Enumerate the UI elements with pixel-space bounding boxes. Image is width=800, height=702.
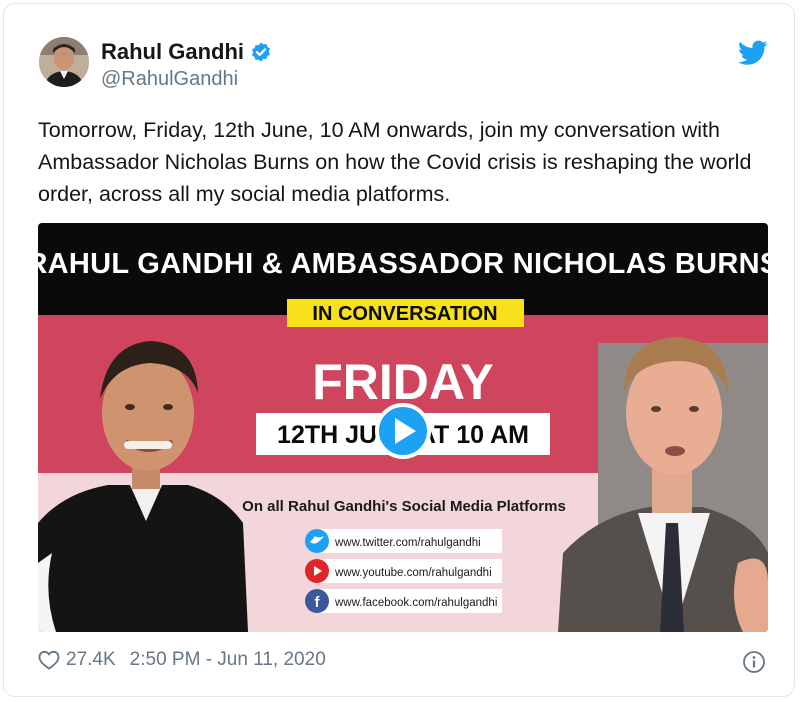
heart-icon[interactable] [38, 650, 60, 670]
poster-link-facebook: f www.facebook.com/rahulgandhi [305, 589, 502, 613]
promo-poster: RAHUL GANDHI & AMBASSADOR NICHOLAS BURNS… [38, 223, 768, 632]
twitter-logo-icon[interactable] [738, 40, 768, 66]
avatar[interactable] [39, 37, 89, 87]
info-icon[interactable] [742, 650, 766, 674]
tweet-footer: 27.4K 2:50 PM - Jun 11, 2020 [38, 649, 326, 671]
like-count[interactable]: 27.4K [66, 649, 116, 671]
tweet-timestamp[interactable]: 2:50 PM - Jun 11, 2020 [130, 649, 326, 671]
poster-link-text: www.youtube.com/rahulgandhi [334, 567, 492, 579]
avatar-image [39, 37, 89, 87]
poster-platforms-caption: On all Rahul Gandhi's Social Media Platf… [242, 498, 566, 515]
tweet-card: Rahul Gandhi @RahulGandhi Tomorrow, Frid… [3, 3, 795, 697]
poster-link-twitter: www.twitter.com/rahulgandhi [305, 529, 502, 553]
poster-link-text: www.twitter.com/rahulgandhi [334, 537, 481, 549]
tweet-media[interactable]: RAHUL GANDHI & AMBASSADOR NICHOLAS BURNS… [38, 223, 768, 632]
verified-badge-icon [251, 42, 271, 62]
poster-badge: IN CONVERSATION [312, 303, 497, 325]
author-name[interactable]: Rahul Gandhi [101, 39, 244, 65]
poster-day: FRIDAY [312, 354, 494, 410]
author-handle[interactable]: @RahulGandhi [101, 68, 238, 91]
author-name-row[interactable]: Rahul Gandhi [101, 39, 272, 65]
poster-link-text: www.facebook.com/rahulgandhi [334, 597, 497, 609]
tweet-text: Tomorrow, Friday, 12th June, 10 AM onwar… [38, 118, 752, 206]
poster-headline: RAHUL GANDHI & AMBASSADOR NICHOLAS BURNS [38, 248, 768, 280]
video-play-button[interactable] [375, 403, 431, 459]
poster-link-youtube: www.youtube.com/rahulgandhi [305, 559, 502, 583]
